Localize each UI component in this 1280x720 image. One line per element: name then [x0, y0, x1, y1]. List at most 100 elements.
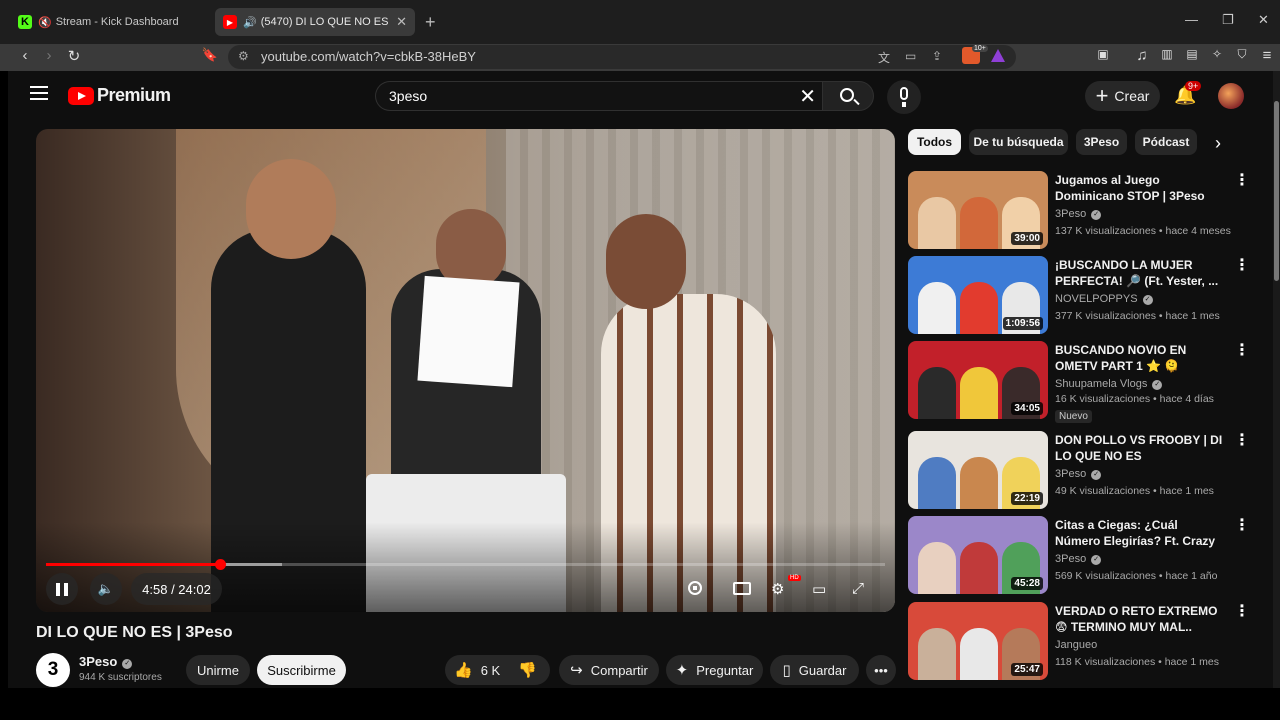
menu-icon[interactable]: ≡	[1256, 47, 1278, 64]
bookmark-icon[interactable]: 🔖	[199, 47, 221, 63]
autoplay-toggle-icon[interactable]	[688, 581, 702, 595]
video-player[interactable]: 🔈 4:58 / 24:02 ⚙ HD ▭ ⤢	[36, 129, 895, 612]
cast-icon[interactable]: ▭	[905, 49, 916, 63]
recommendation-channel-name[interactable]: 3Peso	[1055, 468, 1086, 480]
like-count[interactable]: 6 K	[481, 663, 501, 678]
more-options-icon[interactable]: ⋮	[1234, 173, 1250, 189]
join-button[interactable]: Unirme	[186, 655, 250, 685]
recommendation-title[interactable]: DON POLLO VS FROOBY | DI LO QUE NO ES	[1055, 432, 1225, 464]
search-input[interactable]: 3peso ✕	[375, 81, 822, 111]
video-thumbnail[interactable]: 39:00	[908, 171, 1048, 249]
chips-next-chevron-icon[interactable]: ›	[1215, 133, 1221, 154]
chip-todos[interactable]: Todos	[908, 129, 961, 155]
voice-search-button[interactable]	[887, 80, 921, 114]
recommendation-channel[interactable]: 3Peso ✓	[1055, 208, 1102, 220]
progress-bar[interactable]	[46, 559, 885, 570]
recommendation-channel-name[interactable]: Jangueo	[1055, 639, 1097, 651]
more-options-icon[interactable]: ⋮	[1234, 518, 1250, 534]
video-thumbnail[interactable]: 25:47	[908, 602, 1048, 680]
close-tab-icon[interactable]: ✕	[396, 14, 407, 30]
video-thumbnail[interactable]: 1:09:56	[908, 256, 1048, 334]
recommendation-channel-name[interactable]: NOVELPOPPYS	[1055, 293, 1138, 305]
recommendation-channel-name[interactable]: 3Peso	[1055, 553, 1086, 565]
search-query[interactable]: 3peso	[389, 88, 427, 104]
muted-speaker-icon[interactable]: 🔇	[38, 16, 52, 29]
recommendation-channel[interactable]: 3Peso ✓	[1055, 553, 1102, 565]
channel-avatar[interactable]: 3	[36, 653, 70, 687]
clear-search-icon[interactable]: ✕	[799, 84, 816, 109]
chip-podcast[interactable]: Pódcast	[1135, 129, 1197, 155]
video-thumbnail[interactable]: 22:19	[908, 431, 1048, 509]
sidebar-icon[interactable]: ▥	[1156, 47, 1178, 61]
video-thumbnail[interactable]: 45:28	[908, 516, 1048, 594]
video-thumbnail[interactable]: 34:05	[908, 341, 1048, 419]
recommendation-channel[interactable]: Jangueo	[1055, 639, 1097, 651]
channel-name[interactable]: 3Peso ✓	[79, 654, 133, 669]
recommendation-channel-name[interactable]: 3Peso	[1055, 208, 1086, 220]
music-icon[interactable]: ♫	[1131, 47, 1153, 64]
recommendation-card[interactable]: 45:28 Citas a Ciegas: ¿Cuál Número Elegir…	[908, 516, 1250, 596]
back-button[interactable]: ‹	[14, 47, 36, 64]
theater-mode-icon[interactable]: ▭	[812, 580, 826, 598]
pause-button[interactable]	[46, 573, 78, 605]
recommendation-channel[interactable]: 3Peso ✓	[1055, 468, 1102, 480]
notifications-bell-icon[interactable]: 🔔 9+	[1174, 81, 1202, 106]
site-info-icon[interactable]: ⚙	[238, 49, 249, 63]
subtitles-icon[interactable]	[733, 582, 751, 595]
recommendation-channel-name[interactable]: Shuupamela Vlogs	[1055, 378, 1147, 390]
share-icon[interactable]: ⇪	[932, 49, 942, 63]
hamburger-menu-icon[interactable]	[30, 86, 48, 100]
tab-kick-dashboard[interactable]: K 🔇 Stream - Kick Dashboard	[10, 8, 210, 36]
recommendation-title[interactable]: BUSCANDO NOVIO EN OMETV PART 1 ⭐ 🫠	[1055, 342, 1225, 374]
vpn-icon[interactable]: ⛉	[1231, 47, 1253, 62]
more-options-icon[interactable]: ⋮	[1234, 258, 1250, 274]
recommendation-channel[interactable]: NOVELPOPPYS ✓	[1055, 293, 1153, 305]
maximize-button[interactable]: ❐	[1222, 12, 1234, 28]
translate-icon[interactable]: 文	[878, 49, 890, 66]
youtube-premium-logo[interactable]: Premium	[68, 85, 171, 106]
brave-shields-icon[interactable]: 10+	[962, 45, 988, 64]
brave-rewards-icon[interactable]	[991, 49, 1005, 62]
recommendation-card[interactable]: 25:47 VERDAD O RETO EXTREMO 😨 TERMINO MUY…	[908, 602, 1250, 682]
volume-icon[interactable]: 🔈	[90, 573, 122, 605]
recommendation-card[interactable]: 39:00 Jugamos al Juego Dominicano STOP | …	[908, 171, 1250, 251]
subscribe-button[interactable]: Suscribirme	[257, 655, 346, 685]
recommendation-card[interactable]: 34:05 BUSCANDO NOVIO EN OMETV PART 1 ⭐ 🫠 S…	[908, 341, 1250, 423]
new-tab-button[interactable]: +	[425, 12, 436, 33]
url-text[interactable]: youtube.com/watch?v=cbkB-38HeBY	[261, 49, 476, 64]
recommendation-card[interactable]: 1:09:56 ¡BUSCANDO LA MUJER PERFECTA! 🔎 (F…	[908, 256, 1250, 336]
reader-icon[interactable]: ▣	[1092, 47, 1114, 61]
like-icon[interactable]: 👍	[454, 661, 473, 679]
address-bar[interactable]: ⚙ youtube.com/watch?v=cbkB-38HeBY 文 ▭ ⇪	[228, 45, 1016, 69]
speaker-icon[interactable]: 🔊	[243, 16, 257, 29]
page-scrollbar[interactable]	[1273, 71, 1280, 688]
account-avatar[interactable]	[1218, 83, 1244, 109]
recommendation-title[interactable]: ¡BUSCANDO LA MUJER PERFECTA! 🔎 (Ft. Yest…	[1055, 257, 1225, 289]
leo-ai-icon[interactable]: ✧	[1206, 47, 1228, 61]
recommendation-channel[interactable]: Shuupamela Vlogs ✓	[1055, 378, 1163, 390]
settings-gear-icon[interactable]: ⚙	[771, 580, 784, 598]
recommendation-title[interactable]: VERDAD O RETO EXTREMO 😨 TERMINO MUY MAL.…	[1055, 603, 1225, 635]
close-window-button[interactable]: ✕	[1258, 12, 1269, 28]
wallet-icon[interactable]: ▤	[1181, 47, 1203, 61]
minimize-button[interactable]: —	[1185, 12, 1198, 27]
fullscreen-icon[interactable]: ⤢	[852, 580, 864, 597]
dislike-icon[interactable]: 👎	[518, 661, 537, 679]
share-button[interactable]: ↪ Compartir	[559, 655, 659, 685]
channel-name-text[interactable]: 3Peso	[79, 654, 117, 669]
more-options-icon[interactable]: ⋮	[1234, 343, 1250, 359]
tab-youtube[interactable]: ▶ 🔊 (5470) DI LO QUE NO ES | 3Pe ✕	[215, 8, 415, 36]
save-button[interactable]: ▯ Guardar	[770, 655, 859, 685]
chip-3peso[interactable]: 3Peso	[1076, 129, 1127, 155]
recommendation-card[interactable]: 22:19 DON POLLO VS FROOBY | DI LO QUE NO …	[908, 431, 1250, 511]
scrubber-handle[interactable]	[214, 559, 226, 570]
forward-button[interactable]: ›	[38, 47, 60, 64]
scrollbar-thumb[interactable]	[1274, 101, 1279, 281]
more-actions-button[interactable]: •••	[866, 655, 896, 685]
more-options-icon[interactable]: ⋮	[1234, 433, 1250, 449]
create-button[interactable]: + Crear	[1085, 81, 1160, 111]
more-options-icon[interactable]: ⋮	[1234, 604, 1250, 620]
recommendation-title[interactable]: Citas a Ciegas: ¿Cuál Número Elegirías? …	[1055, 517, 1225, 551]
chip-de-tu-busqueda[interactable]: De tu búsqueda	[969, 129, 1068, 155]
recommendation-title[interactable]: Jugamos al Juego Dominicano STOP | 3Peso	[1055, 172, 1225, 204]
